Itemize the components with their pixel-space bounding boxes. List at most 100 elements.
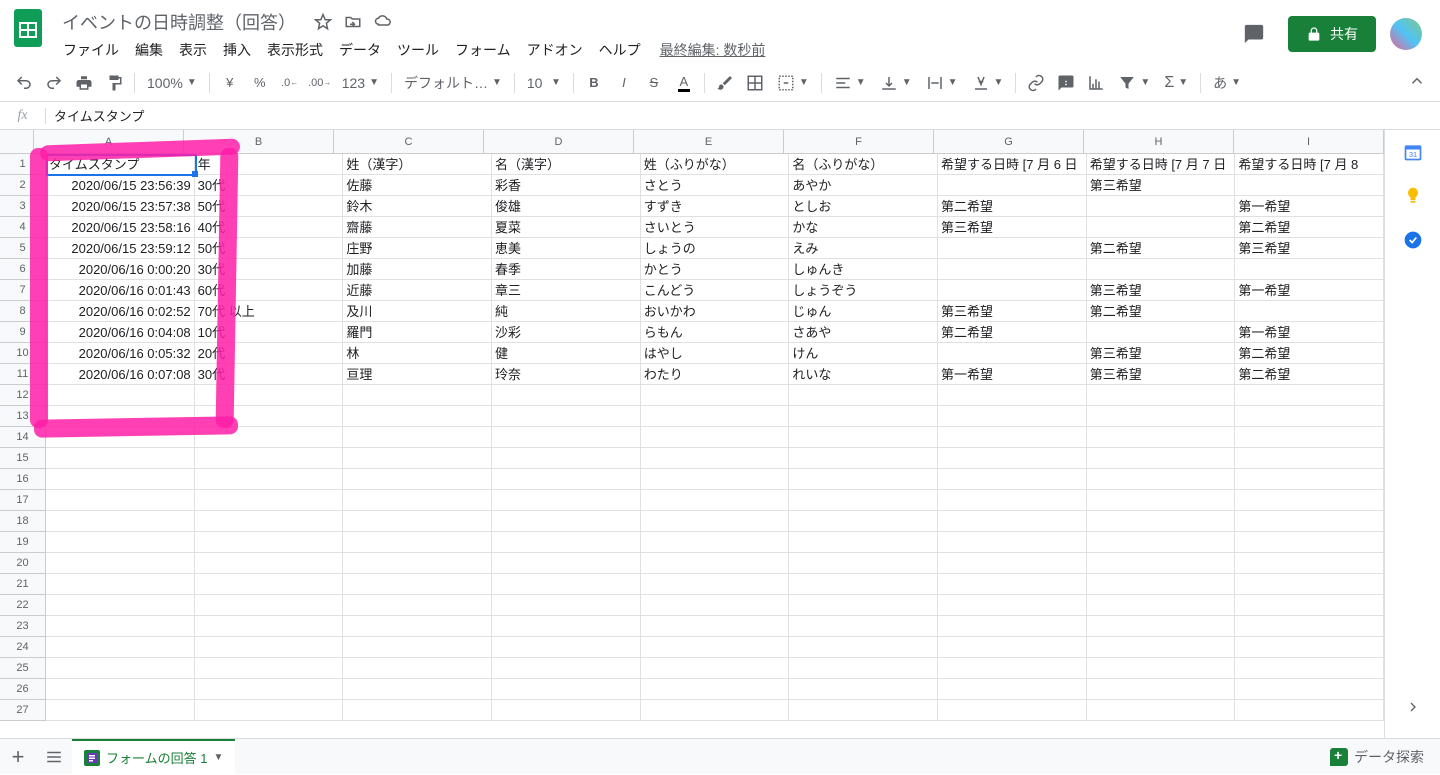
cell[interactable]: らもん	[641, 322, 790, 343]
cell[interactable]	[1235, 427, 1384, 448]
cell[interactable]	[1087, 427, 1236, 448]
cell[interactable]: 2020/06/15 23:58:16	[46, 217, 195, 238]
cell[interactable]: 姓（漢字）	[343, 154, 492, 175]
menu-addons[interactable]: アドオン	[520, 36, 590, 64]
cell[interactable]: 2020/06/15 23:59:12	[46, 238, 195, 259]
menu-view[interactable]: 表示	[172, 36, 214, 64]
sheet-tab[interactable]: フォームの回答 1 ▼	[72, 739, 235, 775]
cell[interactable]	[789, 511, 938, 532]
cell[interactable]: 恵美	[492, 238, 641, 259]
menu-tools[interactable]: ツール	[390, 36, 446, 64]
cell[interactable]: 2020/06/16 0:07:08	[46, 364, 195, 385]
cell[interactable]	[789, 448, 938, 469]
cell[interactable]: 佐藤	[343, 175, 492, 196]
cell[interactable]	[938, 616, 1087, 637]
cell[interactable]	[195, 658, 344, 679]
row-header[interactable]: 21	[0, 574, 46, 595]
cell[interactable]: 2020/06/15 23:57:38	[46, 196, 195, 217]
cell[interactable]: 羅門	[343, 322, 492, 343]
row-header[interactable]: 23	[0, 616, 46, 637]
menu-edit[interactable]: 編集	[128, 36, 170, 64]
cell[interactable]	[641, 595, 790, 616]
cell[interactable]: 章三	[492, 280, 641, 301]
cell[interactable]	[1087, 595, 1236, 616]
cell[interactable]	[1235, 637, 1384, 658]
cell[interactable]	[938, 406, 1087, 427]
cell[interactable]	[1087, 448, 1236, 469]
cell[interactable]	[789, 406, 938, 427]
percent-icon[interactable]: %	[246, 69, 274, 97]
cell[interactable]: 希望する日時 [7 月 8	[1235, 154, 1384, 175]
share-button[interactable]: 共有	[1288, 16, 1376, 52]
cell[interactable]	[492, 532, 641, 553]
cell[interactable]	[938, 679, 1087, 700]
cell[interactable]	[343, 658, 492, 679]
input-method-icon[interactable]: あ▼	[1207, 71, 1247, 95]
cell[interactable]: かとう	[641, 259, 790, 280]
cell[interactable]: 2020/06/16 0:04:08	[46, 322, 195, 343]
cell[interactable]	[938, 511, 1087, 532]
cell[interactable]	[46, 574, 195, 595]
cell[interactable]	[789, 679, 938, 700]
cell[interactable]	[789, 490, 938, 511]
row-header[interactable]: 18	[0, 511, 46, 532]
cell[interactable]	[641, 700, 790, 721]
row-header[interactable]: 20	[0, 553, 46, 574]
cell[interactable]	[343, 406, 492, 427]
cell[interactable]: 希望する日時 [7 月 7 日	[1087, 154, 1236, 175]
cell[interactable]: 2020/06/16 0:00:20	[46, 259, 195, 280]
cell[interactable]	[1235, 175, 1384, 196]
cell[interactable]	[46, 679, 195, 700]
cell[interactable]: 20代	[195, 343, 344, 364]
comments-icon[interactable]	[1234, 14, 1274, 54]
row-header[interactable]: 27	[0, 700, 46, 721]
cell[interactable]	[938, 469, 1087, 490]
cell[interactable]	[195, 511, 344, 532]
cell[interactable]: としお	[789, 196, 938, 217]
row-header[interactable]: 14	[0, 427, 46, 448]
cell[interactable]: 齋藤	[343, 217, 492, 238]
cell[interactable]	[1235, 574, 1384, 595]
cell[interactable]	[46, 658, 195, 679]
increase-decimal-icon[interactable]: .00→	[306, 69, 334, 97]
cell[interactable]: 2020/06/15 23:56:39	[46, 175, 195, 196]
row-header[interactable]: 25	[0, 658, 46, 679]
sheet-tab-menu-icon[interactable]: ▼	[213, 752, 223, 763]
cell[interactable]: こんどう	[641, 280, 790, 301]
cell[interactable]	[343, 679, 492, 700]
cell[interactable]	[492, 658, 641, 679]
cell[interactable]: 鈴木	[343, 196, 492, 217]
cell[interactable]	[1087, 616, 1236, 637]
cell[interactable]	[938, 532, 1087, 553]
cell[interactable]	[1235, 511, 1384, 532]
cell[interactable]	[641, 616, 790, 637]
cell[interactable]: わたり	[641, 364, 790, 385]
cell[interactable]	[641, 406, 790, 427]
cell[interactable]: さあや	[789, 322, 938, 343]
cell[interactable]: 50代	[195, 196, 344, 217]
cell[interactable]	[1235, 595, 1384, 616]
row-header[interactable]: 2	[0, 175, 46, 196]
cell[interactable]: さとう	[641, 175, 790, 196]
cell[interactable]: 第一希望	[938, 364, 1087, 385]
horizontal-align-icon[interactable]: ▼	[828, 71, 872, 95]
cell[interactable]: すずき	[641, 196, 790, 217]
cell[interactable]	[492, 679, 641, 700]
cell[interactable]	[195, 490, 344, 511]
cell[interactable]: 10代	[195, 322, 344, 343]
cell[interactable]: 第三希望	[938, 301, 1087, 322]
cell[interactable]	[641, 490, 790, 511]
cell[interactable]: 第二希望	[1235, 343, 1384, 364]
cell[interactable]: 健	[492, 343, 641, 364]
cell[interactable]	[641, 574, 790, 595]
cell[interactable]: 2020/06/16 0:05:32	[46, 343, 195, 364]
menu-file[interactable]: ファイル	[56, 36, 126, 64]
cell[interactable]	[789, 532, 938, 553]
insert-chart-icon[interactable]	[1082, 69, 1110, 97]
cell[interactable]	[343, 448, 492, 469]
cell[interactable]	[1087, 700, 1236, 721]
menu-insert[interactable]: 挿入	[216, 36, 258, 64]
cell[interactable]	[789, 700, 938, 721]
column-header[interactable]: C	[334, 130, 484, 154]
cell[interactable]: おいかわ	[641, 301, 790, 322]
